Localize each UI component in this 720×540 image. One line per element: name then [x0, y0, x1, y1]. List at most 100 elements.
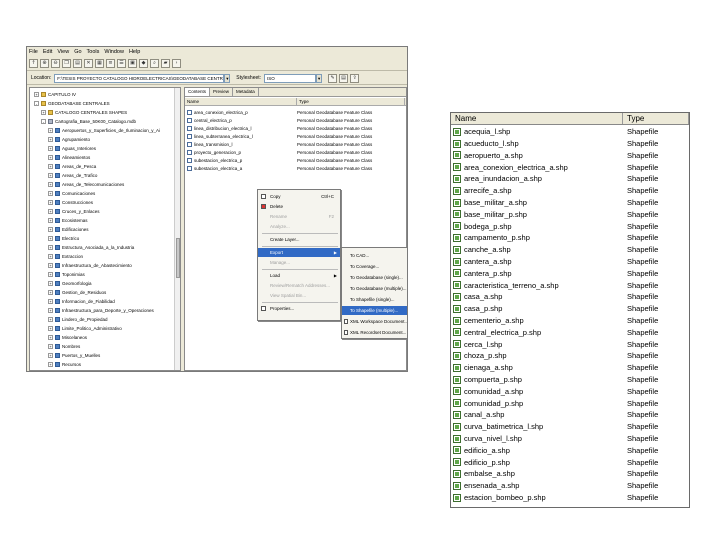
tree-item[interactable]: + Recursos — [48, 360, 81, 369]
table-row[interactable]: compuerta_p.shp Shapefile — [453, 374, 689, 386]
expand-icon[interactable]: + — [48, 164, 53, 169]
tree-item[interactable]: + Construcciones — [48, 198, 93, 207]
menu-edit[interactable]: Edit — [43, 49, 52, 55]
disconnect-folder-icon[interactable]: ⊖ — [51, 59, 60, 68]
content-row[interactable]: subestacion_electrica_p Personal Geodatab… — [187, 156, 405, 164]
content-row[interactable]: proyecto_generacion_p Personal Geodatabas… — [187, 148, 405, 156]
tree-item[interactable]: + Infraestructura_de_Abastecimiento — [48, 261, 132, 270]
menu-go[interactable]: Go — [74, 49, 81, 55]
content-row[interactable]: central_electrica_p Personal Geodatabase … — [187, 116, 405, 124]
expand-icon[interactable]: + — [48, 272, 53, 277]
expand-icon[interactable]: + — [48, 128, 53, 133]
tab-contents[interactable]: Contents — [185, 88, 211, 96]
stylesheet-dropdown-icon[interactable]: ▼ — [316, 73, 323, 83]
expand-icon[interactable]: + — [48, 344, 53, 349]
expand-icon[interactable]: + — [48, 299, 53, 304]
export-item-2[interactable]: To Coverage... — [342, 262, 407, 271]
expand-icon[interactable]: + — [48, 191, 53, 196]
tree-item[interactable]: + Infraestructura_para_Deporte_y_Operacio… — [48, 306, 154, 315]
tree-item[interactable]: + Estructura_Asociada_a_la_Industria — [48, 243, 134, 252]
expand-icon[interactable]: + — [48, 245, 53, 250]
table-row[interactable]: cementerio_a.shp Shapefile — [453, 315, 689, 327]
context-menu-item-copy[interactable]: Copy Ctrl+C — [258, 192, 340, 201]
table-row[interactable]: base_militar_a.shp Shapefile — [453, 197, 689, 209]
column-header-type[interactable]: Type — [297, 98, 405, 105]
stylesheet-select[interactable]: ISO — [264, 73, 317, 83]
context-menu-item-create-layer[interactable]: Create Layer... — [258, 235, 340, 244]
table-row[interactable]: curva_nivel_l.shp Shapefile — [453, 433, 689, 445]
tree-item[interactable]: + Areas_de_Pesca — [48, 162, 96, 171]
metadata-properties-icon[interactable]: ▤ — [339, 73, 349, 83]
table-row[interactable]: canal_a.shp Shapefile — [453, 409, 689, 421]
tree-item[interactable]: + Nombres — [48, 342, 80, 351]
shapefile-header-name[interactable]: Name — [451, 113, 623, 124]
menu-view[interactable]: View — [57, 49, 69, 55]
tab-preview[interactable]: Preview — [210, 88, 234, 96]
table-row[interactable]: cantera_a.shp Shapefile — [453, 256, 689, 268]
export-item-5[interactable]: To Shapefile (single)... — [342, 295, 407, 304]
expand-icon[interactable]: + — [48, 173, 53, 178]
table-row[interactable]: canche_a.shp Shapefile — [453, 244, 689, 256]
command-line-icon[interactable]: › — [172, 59, 181, 68]
table-row[interactable]: casa_a.shp Shapefile — [453, 291, 689, 303]
export-item-8[interactable]: XML Recordset Document... — [342, 328, 407, 337]
tree-item[interactable]: + Alineamientos — [48, 153, 90, 162]
tree-item[interactable]: + Ecosistemas — [48, 216, 88, 225]
tree-item[interactable]: + Areas_de_Trafico — [48, 171, 97, 180]
table-row[interactable]: comunidad_p.shp Shapefile — [453, 397, 689, 409]
tree-scroll-thumb[interactable] — [176, 238, 180, 278]
list-icon[interactable]: ≡ — [106, 59, 115, 68]
export-item-4[interactable]: To Geodatabase (multiple)... — [342, 284, 407, 293]
tree-item[interactable]: + Agrupamiento — [48, 135, 90, 144]
menu-window[interactable]: Window — [104, 49, 124, 55]
export-metadata-icon[interactable]: ⇪ — [350, 73, 360, 83]
table-row[interactable]: ensenada_a.shp Shapefile — [453, 480, 689, 492]
table-row[interactable]: bodega_p.shp Shapefile — [453, 220, 689, 232]
expand-icon[interactable]: + — [48, 335, 53, 340]
expand-icon[interactable]: + — [48, 236, 53, 241]
tree-item[interactable]: + Extraccion — [48, 252, 83, 261]
table-row[interactable]: casa_p.shp Shapefile — [453, 303, 689, 315]
tab-metadata[interactable]: Metadata — [233, 88, 259, 96]
toolbox-icon[interactable]: ▰ — [161, 59, 170, 68]
tree-item[interactable]: + Aeropuertos_y_Superficies_de_Iluminacio… — [48, 126, 160, 135]
column-header-name[interactable]: Name — [185, 98, 297, 105]
table-row[interactable]: arrecife_a.shp Shapefile — [453, 185, 689, 197]
tree-item[interactable]: + Limite_Politico_Administrativo — [48, 324, 122, 333]
expand-icon[interactable]: + — [48, 182, 53, 187]
content-row[interactable]: subestacion_electrica_a Personal Geodatab… — [187, 164, 405, 172]
tree-item[interactable]: + Areas_de_Telecomunicaciones — [48, 180, 124, 189]
tree-item[interactable]: - GEODATABASE CENTRALES — [34, 99, 110, 108]
table-row[interactable]: caracteristica_terreno_a.shp Shapefile — [453, 279, 689, 291]
content-row[interactable]: area_conexion_electrica_p Personal Geodat… — [187, 108, 405, 116]
export-item-1[interactable]: To CAD... — [342, 251, 407, 260]
table-row[interactable]: central_electrica_p.shp Shapefile — [453, 327, 689, 339]
menu-help[interactable]: Help — [129, 49, 140, 55]
edit-metadata-icon[interactable]: ✎ — [328, 73, 338, 83]
tree-item[interactable]: + CATALOGO CENTRALES SHAPES — [41, 108, 127, 117]
tree-item[interactable]: + Informacion_de_Fiabilidad — [48, 297, 115, 306]
expand-icon[interactable]: + — [41, 110, 46, 115]
content-row[interactable]: linea_transmision_l Personal Geodatabase … — [187, 140, 405, 148]
table-row[interactable]: comunidad_a.shp Shapefile — [453, 386, 689, 398]
launch-arcmap-icon[interactable]: ◆ — [139, 59, 148, 68]
expand-icon[interactable]: + — [48, 218, 53, 223]
table-row[interactable]: edificio_p.shp Shapefile — [453, 456, 689, 468]
tree-item[interactable]: + Geomorfologia — [48, 279, 92, 288]
large-icons-icon[interactable]: ▦ — [95, 59, 104, 68]
expand-icon[interactable]: + — [48, 362, 53, 367]
export-item-7[interactable]: XML Workspace Document... — [342, 317, 407, 326]
table-row[interactable]: area_conexion_electrica_a.shp Shapefile — [453, 161, 689, 173]
expand-icon[interactable]: + — [48, 290, 53, 295]
tree-item[interactable]: + Miscelaneos — [48, 333, 87, 342]
table-row[interactable]: area_inundacion_a.shp Shapefile — [453, 173, 689, 185]
tree-item[interactable]: + Lindero_de_Propiedad — [48, 315, 108, 324]
menu-file[interactable]: File — [29, 49, 38, 55]
tree-item[interactable]: + Gestion_de_Residuos — [48, 288, 106, 297]
expand-icon[interactable]: + — [48, 308, 53, 313]
context-menu-item-properties[interactable]: Properties... — [258, 304, 340, 313]
table-row[interactable]: choza_p.shp Shapefile — [453, 350, 689, 362]
table-row[interactable]: campamento_p.shp Shapefile — [453, 232, 689, 244]
table-row[interactable]: acequia_l.shp Shapefile — [453, 126, 689, 138]
collapse-icon[interactable]: - — [41, 119, 46, 124]
